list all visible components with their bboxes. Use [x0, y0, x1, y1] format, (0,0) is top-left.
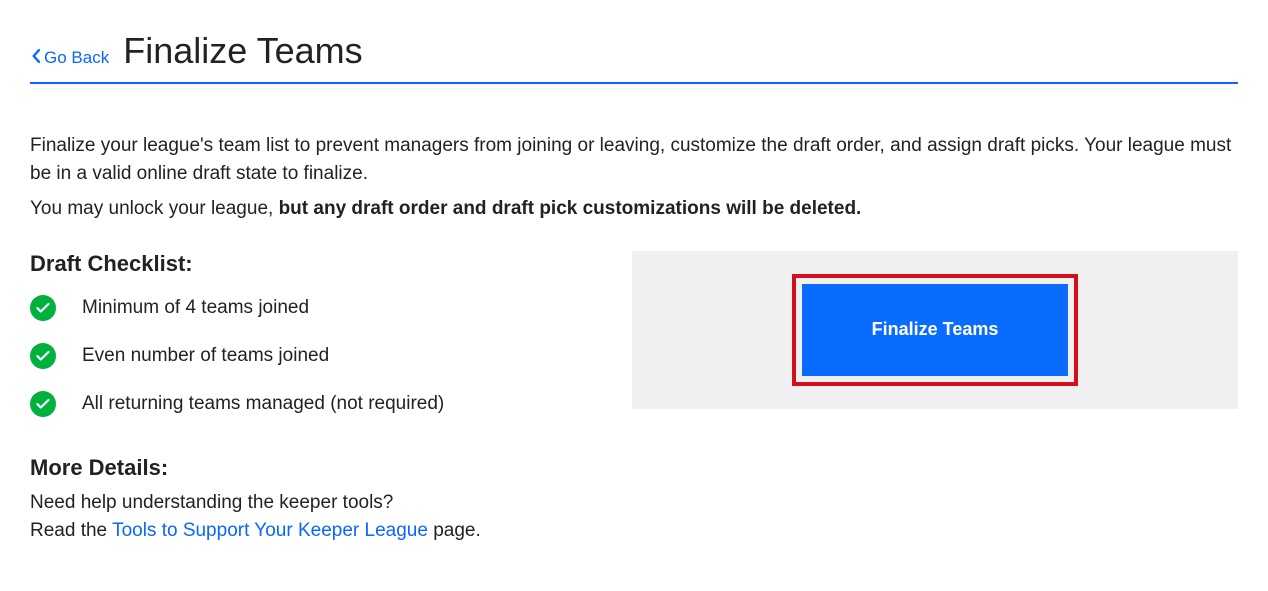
checklist-item-label: All returning teams managed (not require…	[82, 393, 444, 415]
draft-checklist: Minimum of 4 teams joined Even number of…	[30, 295, 602, 417]
more-details-text: Need help understanding the keeper tools…	[30, 489, 602, 546]
more-details-read: Read the Tools to Support Your Keeper Le…	[30, 517, 602, 546]
page-header: Go Back Finalize Teams	[30, 30, 1238, 72]
chevron-left-icon	[30, 48, 42, 68]
go-back-label: Go Back	[44, 48, 109, 68]
intro-p2-bold: but any draft order and draft pick custo…	[279, 198, 862, 219]
checklist-item: Minimum of 4 teams joined	[30, 295, 602, 321]
intro-p2-prefix: You may unlock your league,	[30, 198, 279, 219]
left-column: Draft Checklist: Minimum of 4 teams join…	[30, 251, 602, 546]
more-details-heading: More Details:	[30, 455, 602, 481]
checklist-item: Even number of teams joined	[30, 343, 602, 369]
check-icon	[30, 391, 56, 417]
checklist-item-label: Minimum of 4 teams joined	[82, 297, 309, 319]
checklist-item: All returning teams managed (not require…	[30, 391, 602, 417]
finalize-highlight-box: Finalize Teams	[792, 274, 1078, 386]
checklist-item-label: Even number of teams joined	[82, 345, 329, 367]
finalize-teams-button[interactable]: Finalize Teams	[802, 284, 1068, 376]
more-details-question: Need help understanding the keeper tools…	[30, 489, 602, 518]
intro-text: Finalize your league's team list to prev…	[30, 132, 1238, 223]
page-title: Finalize Teams	[123, 30, 362, 72]
keeper-tools-link[interactable]: Tools to Support Your Keeper League	[112, 520, 428, 541]
action-panel: Finalize Teams	[632, 251, 1238, 409]
intro-paragraph-1: Finalize your league's team list to prev…	[30, 132, 1238, 187]
more-details-read-prefix: Read the	[30, 520, 112, 541]
more-details-read-suffix: page.	[428, 520, 481, 541]
check-icon	[30, 343, 56, 369]
checklist-heading: Draft Checklist:	[30, 251, 602, 277]
content-row: Draft Checklist: Minimum of 4 teams join…	[30, 251, 1238, 546]
header-divider	[30, 82, 1238, 84]
check-icon	[30, 295, 56, 321]
go-back-link[interactable]: Go Back	[30, 48, 109, 68]
intro-paragraph-2: You may unlock your league, but any draf…	[30, 195, 1238, 223]
